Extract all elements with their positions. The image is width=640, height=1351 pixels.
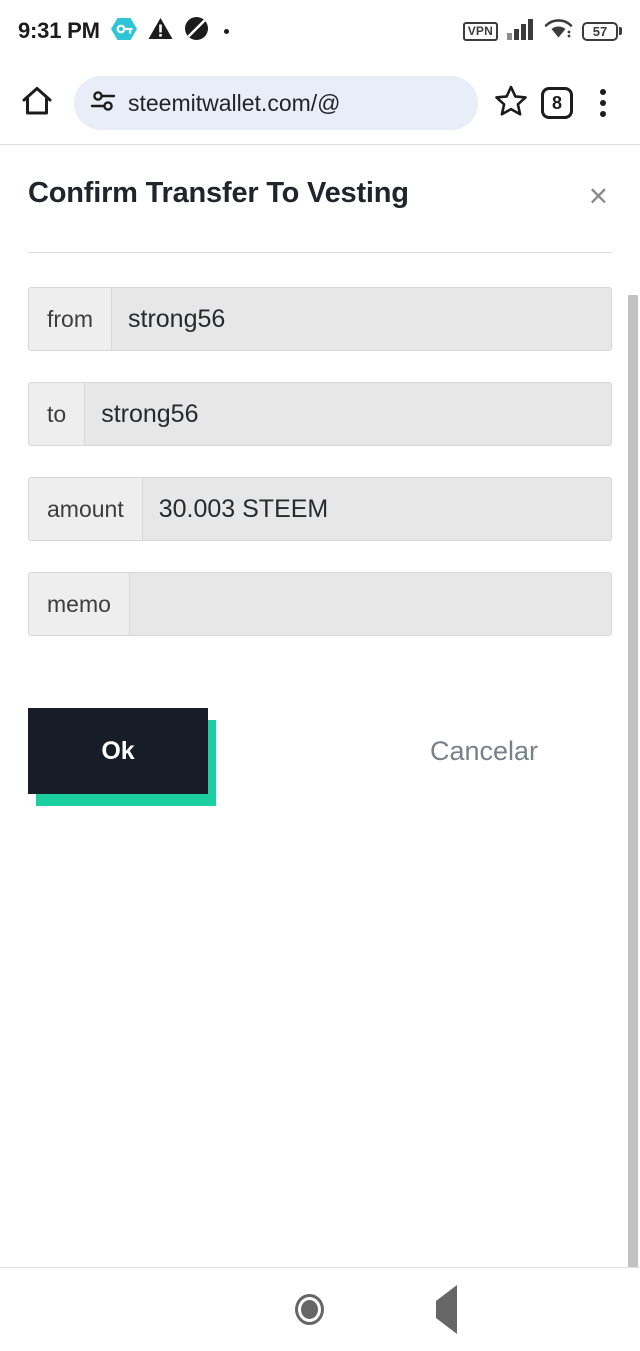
field-row-from: from strong56 (28, 287, 612, 351)
url-bar[interactable]: steemitwallet.com/@ (74, 76, 478, 130)
tab-switcher-button[interactable]: 8 (534, 80, 580, 126)
browser-menu-button[interactable] (580, 80, 626, 126)
header-divider (28, 252, 612, 253)
home-icon (20, 84, 54, 123)
field-value-to: strong56 (85, 383, 611, 445)
field-row-to: to strong56 (28, 382, 612, 446)
dialog-actions: Ok Cancelar (28, 696, 612, 806)
bookmark-button[interactable] (488, 80, 534, 126)
circle-home-icon (295, 1294, 324, 1325)
status-bar-right-group: VPN 57 (462, 18, 622, 45)
tab-count-label: 8 (541, 87, 573, 119)
warning-triangle-icon (148, 17, 173, 45)
ok-button[interactable]: Ok (28, 708, 208, 794)
web-page-viewport: Confirm Transfer To Vesting × from stron… (0, 144, 640, 1268)
battery-icon: 57 (582, 21, 622, 41)
battery-tip (619, 27, 622, 35)
page-title: Confirm Transfer To Vesting (28, 177, 409, 209)
back-button[interactable] (436, 1284, 457, 1334)
do-not-disturb-icon (184, 16, 209, 46)
battery-level-label: 57 (582, 21, 618, 41)
field-label-memo: memo (29, 573, 130, 635)
close-icon[interactable]: × (585, 177, 612, 212)
home-button[interactable] (14, 80, 60, 126)
star-icon (494, 84, 528, 123)
field-label-amount: amount (29, 478, 143, 540)
dialog-header: Confirm Transfer To Vesting × (28, 145, 612, 212)
signal-bars-icon (507, 18, 535, 45)
cancel-button[interactable]: Cancelar (430, 736, 538, 767)
vertical-scrollbar[interactable] (628, 295, 638, 1268)
field-label-to: to (29, 383, 86, 445)
ok-button-wrapper: Ok (28, 708, 216, 806)
confirm-transfer-dialog: Confirm Transfer To Vesting × from stron… (0, 145, 640, 806)
status-bar-left-group: 9:31 PM (18, 16, 229, 46)
status-bar-clock: 9:31 PM (18, 18, 100, 43)
triangle-back-icon (436, 1284, 457, 1334)
more-vertical-icon (600, 89, 606, 117)
field-row-memo: memo (28, 572, 612, 636)
field-value-memo (129, 573, 611, 635)
field-value-amount: 30.003 STEEM (142, 478, 611, 540)
field-label-from: from (29, 288, 112, 350)
wifi-icon (544, 18, 573, 45)
home-button-nav[interactable] (295, 1294, 324, 1325)
vpn-key-icon (110, 17, 137, 46)
field-value-from: strong56 (112, 288, 611, 350)
vpn-badge: VPN (462, 21, 498, 41)
notification-dot-icon (223, 28, 229, 34)
url-text[interactable]: steemitwallet.com/@ (128, 90, 341, 117)
browser-toolbar: steemitwallet.com/@ 8 (0, 62, 640, 144)
transfer-fields-list: from strong56 to strong56 amount 30.003 … (28, 287, 612, 636)
android-nav-bar (0, 1267, 640, 1351)
tune-icon[interactable] (90, 88, 116, 119)
field-row-amount: amount 30.003 STEEM (28, 477, 612, 541)
android-status-bar: 9:31 PM VPN 57 (0, 0, 640, 62)
